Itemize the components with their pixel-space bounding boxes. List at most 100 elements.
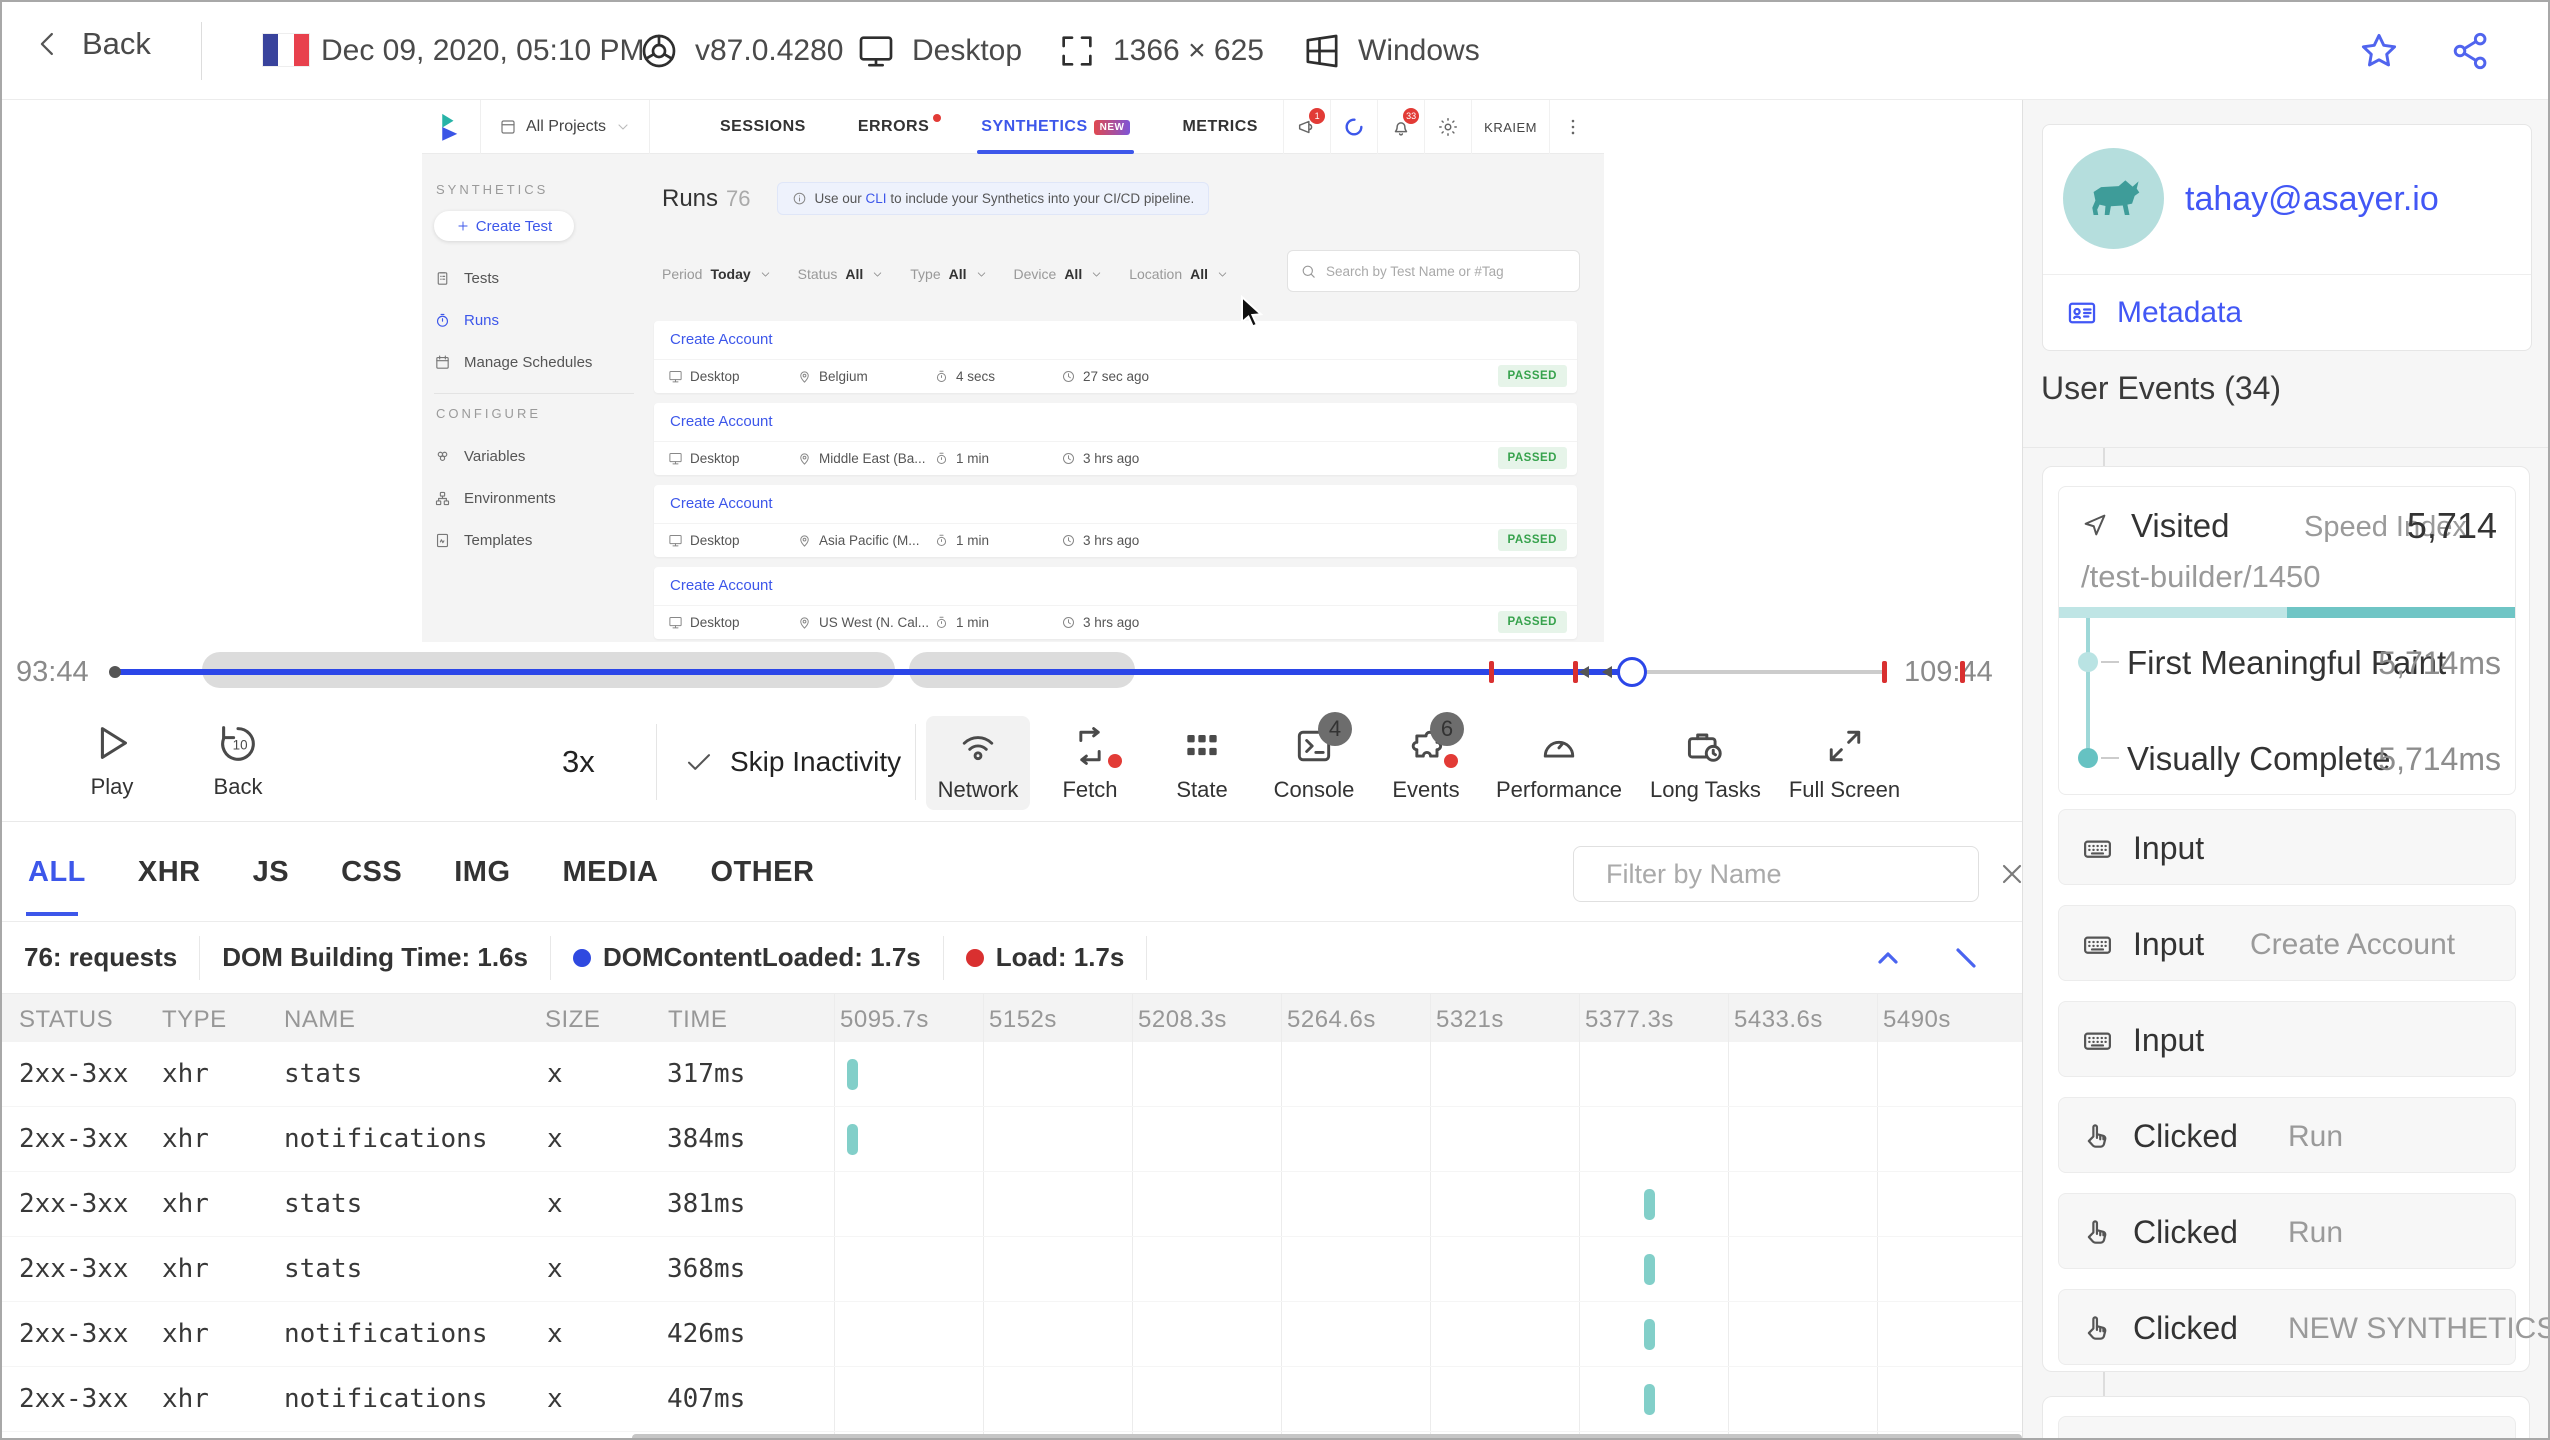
event-type: Input [2133, 926, 2205, 962]
event-clicked-run[interactable]: Clicked Run [2058, 1193, 2516, 1269]
network-requests-table: STATUS TYPE NAME SIZE TIME 5095.7s 5152s 5208.3… [2, 994, 2022, 1438]
user-email[interactable]: tahay@asayer.io [2185, 180, 2439, 219]
pin-icon [797, 451, 812, 466]
horizontal-scrollbar[interactable] [632, 1434, 2022, 1438]
net-tab-xhr[interactable]: XHR [112, 822, 227, 922]
id-card-icon [2065, 296, 2099, 330]
column-header-time-7: 5490s [1883, 1006, 1951, 1033]
next-event-group-partial [2042, 1396, 2530, 1438]
monitor-icon [668, 615, 683, 630]
play-button[interactable]: Play [64, 720, 160, 800]
panel-performance-button[interactable]: Performance [1486, 716, 1632, 810]
metadata-button[interactable]: Metadata [2043, 275, 2531, 350]
jump-previous-icon[interactable] [1872, 942, 1904, 974]
skip-inactivity-toggle[interactable]: Skip Inactivity [684, 702, 901, 822]
timeline-playhead[interactable] [1617, 657, 1647, 687]
run-name-link[interactable]: Create Account [670, 495, 773, 512]
app-tab-label: METRICS [1182, 118, 1258, 135]
fetch-icon [1068, 724, 1122, 768]
network-request-row[interactable]: 2xx-3xx xhr notifications x 384ms [2, 1107, 2022, 1172]
back-button[interactable]: Back [32, 26, 151, 62]
app-tab-errors[interactable]: ERRORS [832, 100, 955, 154]
notifications-bell-button[interactable]: 33 [1377, 100, 1424, 154]
panel-console-button[interactable]: 4 Console [1262, 711, 1366, 810]
network-request-row[interactable]: 2xx-3xx xhr stats x 368ms [2, 1237, 2022, 1302]
visited-event-card[interactable]: Visited Speed Index 5,714 /test-builder/… [2058, 486, 2516, 795]
event-input[interactable]: Input [2058, 809, 2516, 885]
cell-type: xhr [162, 1254, 209, 1284]
panel-network-button[interactable]: Network [926, 716, 1030, 810]
event-clicked-run[interactable]: Clicked Run [2058, 1097, 2516, 1173]
playback-timeline[interactable]: 93:44 109:44 [2, 642, 2022, 702]
panel-fetch-button[interactable]: Fetch [1038, 716, 1142, 810]
app-tab-synthetics[interactable]: SYNTHETICS NEW [955, 100, 1156, 154]
net-tab-media[interactable]: MEDIA [537, 822, 685, 922]
sidebar-item-variables[interactable]: Variables [434, 435, 662, 477]
network-request-row[interactable]: 2xx-3xx xhr stats x 381ms [2, 1172, 2022, 1237]
run-name-link[interactable]: Create Account [670, 577, 773, 594]
column-header-time-3: 5264.6s [1287, 1006, 1376, 1033]
network-filter-box[interactable] [1573, 846, 1979, 902]
net-tab-all[interactable]: ALL [2, 822, 112, 922]
favorite-star-icon[interactable] [2357, 29, 2401, 73]
net-tab-css[interactable]: CSS [315, 822, 428, 922]
metric-label: Visually Complete [2127, 740, 2391, 777]
run-card[interactable]: Create Account Desktop US West (N. Cal... 1… [654, 567, 1577, 639]
event-input[interactable]: Input [2058, 1001, 2516, 1077]
run-name-link[interactable]: Create Account [670, 413, 773, 430]
cell-status: 2xx-3xx [19, 1319, 129, 1349]
network-filter-input[interactable] [1606, 858, 1960, 890]
timeline-error-marker [1882, 661, 1887, 683]
cell-type: xhr [162, 1124, 209, 1154]
playback-speed-button[interactable]: 3x [562, 702, 595, 822]
network-request-row[interactable]: 2xx-3xx xhr stats x 317ms [2, 1042, 2022, 1107]
visited-url: /test-builder/1450 [2081, 559, 2321, 594]
run-card[interactable]: Create Account Desktop Asia Pacific (M... 1… [654, 485, 1577, 557]
panel-events-button[interactable]: 6 Events [1374, 711, 1478, 810]
run-duration-label: 1 min [956, 451, 990, 466]
settings-gear-button[interactable] [1424, 100, 1471, 154]
sidebar-item-templates[interactable]: Templates [434, 519, 662, 561]
app-tab-label: SESSIONS [720, 118, 806, 135]
panel-full-screen-button[interactable]: Full Screen [1779, 716, 1910, 810]
create-test-button[interactable]: Create Test [434, 211, 574, 241]
dom-building-time: DOM Building Time: 1.6s [200, 935, 551, 980]
end-time-label: 109:44 [1904, 656, 1993, 688]
back-10s-button[interactable]: 10 Back [190, 720, 286, 800]
user-menu[interactable]: KRAIEM [1471, 100, 1549, 154]
sidebar-item-runs[interactable]: Runs [434, 299, 662, 341]
project-selector[interactable]: All Projects [480, 100, 651, 154]
net-tab-other[interactable]: OTHER [684, 822, 840, 922]
event-clicked-new-synthetics[interactable]: Clicked NEW SYNTHETICS [2058, 1289, 2548, 1365]
announcements-button[interactable]: 1 [1283, 100, 1330, 154]
panel-long-tasks-button[interactable]: Long Tasks [1640, 716, 1771, 810]
app-tab-sessions[interactable]: SESSIONS [694, 100, 832, 154]
cli-link[interactable]: CLI [866, 191, 887, 206]
event-input-create-account[interactable]: Input Create Account [2058, 905, 2516, 981]
sidebar-item-manage-schedules[interactable]: Manage Schedules [434, 341, 662, 383]
load-time: Load: 1.7s [944, 935, 1148, 980]
network-request-row[interactable]: 2xx-3xx xhr notifications x 426ms [2, 1302, 2022, 1367]
cell-name: notifications [284, 1319, 488, 1349]
network-request-row[interactable]: 2xx-3xx xhr notifications x 407ms [2, 1367, 2022, 1432]
sync-spinner-button[interactable] [1330, 100, 1377, 154]
panel-state-button[interactable]: State [1150, 716, 1254, 810]
sidebar-item-tests[interactable]: Tests [434, 257, 662, 299]
jump-next-icon[interactable] [1950, 942, 1982, 974]
run-time-ago: 3 hrs ago [1061, 615, 1139, 630]
run-card[interactable]: Create Account Desktop Middle East (Ba... 1… [654, 403, 1577, 475]
sidebar-item-environments[interactable]: Environments [434, 477, 662, 519]
panel-label: Long Tasks [1649, 776, 1761, 802]
app-tab-metrics[interactable]: METRICS [1156, 100, 1284, 154]
asayer-logo-icon [436, 112, 466, 142]
cell-time: 317ms [667, 1059, 746, 1089]
request-timing-bar [1644, 1319, 1655, 1350]
more-menu-button[interactable] [1549, 100, 1596, 154]
run-card[interactable]: Create Account Desktop Belgium 4 secs 27 sec… [654, 321, 1577, 393]
share-icon[interactable] [2449, 29, 2493, 73]
column-header-time: TIME [668, 1006, 728, 1033]
net-tab-js[interactable]: JS [227, 822, 315, 922]
net-tab-img[interactable]: IMG [428, 822, 536, 922]
run-name-link[interactable]: Create Account [670, 331, 773, 348]
frame-icon [1057, 31, 1097, 71]
